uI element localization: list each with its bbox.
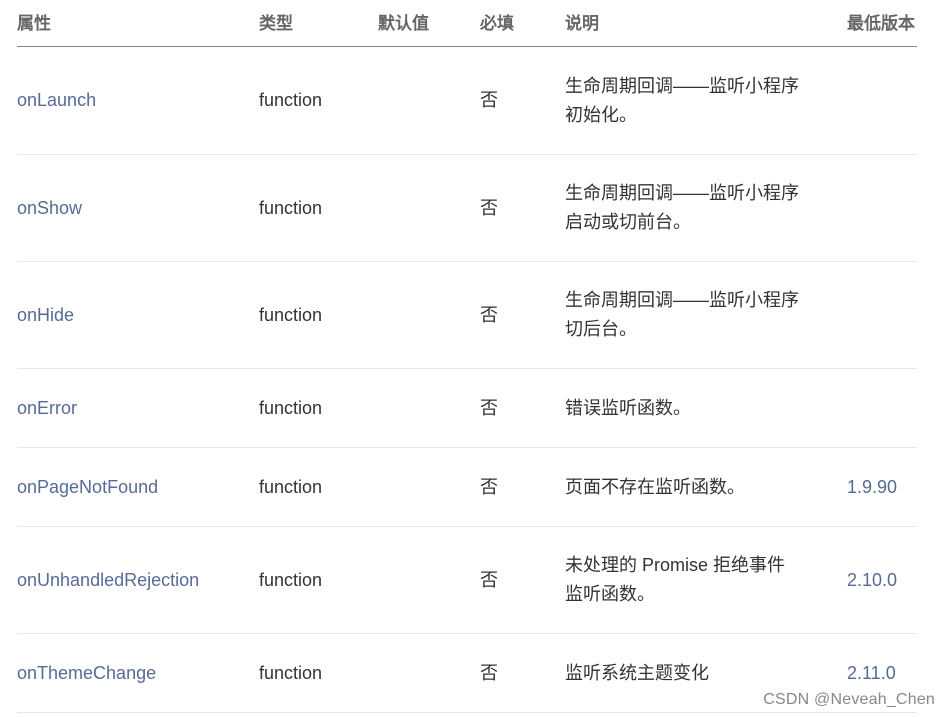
version-cell: 2.10.0	[847, 527, 917, 633]
prop-cell: onThemeChange	[17, 634, 257, 712]
header-prop: 属性	[17, 13, 51, 33]
prop-cell: onUnhandledRejection	[17, 527, 257, 633]
default-cell	[378, 527, 478, 633]
table-row: onUnhandledRejection function 否 未处理的 Pro…	[17, 527, 917, 634]
desc-cell: 生命周期回调——监听小程序 初始化。	[565, 75, 799, 125]
type-cell: function	[259, 569, 323, 590]
version-link[interactable]: 2.11.0	[847, 659, 896, 688]
version-link[interactable]: 2.10.0	[847, 566, 897, 595]
version-cell	[847, 47, 917, 154]
version-cell	[847, 369, 917, 447]
header-default: 默认值	[378, 13, 429, 33]
header-required: 必填	[480, 13, 514, 33]
prop-link[interactable]: onError	[17, 394, 77, 423]
version-cell: 1.9.90	[847, 448, 917, 526]
required-cell: 否	[480, 662, 498, 683]
desc-cell: 未处理的 Promise 拒绝事件 监听函数。	[565, 555, 786, 604]
prop-link[interactable]: onUnhandledRejection	[17, 566, 199, 595]
type-cell: function	[259, 90, 323, 110]
table-row: onLaunch function 否 生命周期回调——监听小程序 初始化。	[17, 47, 917, 155]
table-row: onHide function 否 生命周期回调——监听小程序 切后台。	[17, 262, 917, 369]
prop-cell: onError	[17, 369, 257, 447]
required-cell: 否	[480, 304, 498, 325]
prop-link[interactable]: onHide	[17, 301, 74, 330]
table-header-row: 属性 类型 默认值 必填 说明 最低版本	[17, 0, 917, 47]
table-row: onError function 否 错误监听函数。	[17, 369, 917, 448]
prop-link[interactable]: onLaunch	[17, 86, 96, 115]
required-cell: 否	[480, 197, 498, 218]
desc-cell: 页面不存在监听函数。	[565, 476, 745, 497]
header-type: 类型	[259, 13, 293, 33]
prop-link[interactable]: onShow	[17, 194, 82, 223]
type-cell: function	[259, 197, 323, 218]
prop-cell: onHide	[17, 262, 257, 368]
desc-cell: 错误监听函数。	[565, 397, 691, 418]
default-cell	[378, 155, 478, 261]
default-cell	[378, 262, 478, 368]
desc-cell: 生命周期回调——监听小程序 切后台。	[565, 290, 799, 339]
required-cell: 否	[480, 569, 498, 590]
table-row: onShow function 否 生命周期回调——监听小程序 启动或切前台。	[17, 155, 917, 262]
prop-cell: onShow	[17, 155, 257, 261]
desc-cell: 生命周期回调——监听小程序 启动或切前台。	[565, 183, 799, 232]
api-properties-table: 属性 类型 默认值 必填 说明 最低版本 onLaunch function 否…	[17, 0, 917, 713]
version-link[interactable]: 1.9.90	[847, 473, 897, 502]
table-row: onPageNotFound function 否 页面不存在监听函数。 1.9…	[17, 448, 917, 527]
required-cell: 否	[480, 476, 498, 497]
prop-link[interactable]: onThemeChange	[17, 659, 156, 688]
type-cell: function	[259, 397, 323, 418]
required-cell: 否	[480, 90, 498, 110]
required-cell: 否	[480, 397, 498, 418]
type-cell: function	[259, 476, 323, 497]
prop-link[interactable]: onPageNotFound	[17, 473, 158, 502]
default-cell	[378, 47, 478, 154]
prop-cell: onPageNotFound	[17, 448, 257, 526]
type-cell: function	[259, 304, 323, 325]
type-cell: function	[259, 662, 323, 683]
default-cell	[378, 369, 478, 447]
csdn-watermark: CSDN @Neveah_Chen	[763, 691, 935, 708]
prop-cell: onLaunch	[17, 47, 257, 154]
version-cell	[847, 262, 917, 368]
version-cell	[847, 155, 917, 261]
default-cell	[378, 448, 478, 526]
header-desc: 说明	[565, 13, 599, 33]
default-cell	[378, 634, 478, 712]
header-version: 最低版本	[847, 13, 915, 33]
